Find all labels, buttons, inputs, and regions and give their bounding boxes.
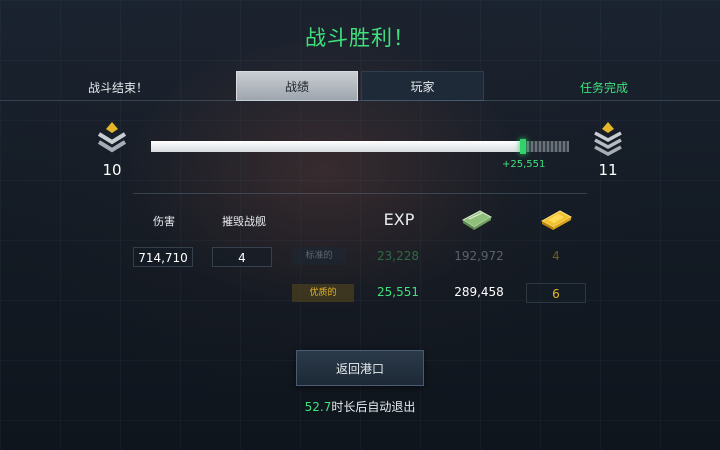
next-rank-insignia-icon: [594, 122, 622, 156]
exp-label: EXP: [383, 210, 415, 229]
damage-label: 伤害: [153, 215, 175, 228]
damage-value: 714,710: [133, 247, 193, 267]
premium-exp-value: 25,551: [377, 285, 419, 299]
ships-destroyed-label: 摧毁战舰: [222, 215, 266, 228]
experience-bar-fill: [151, 141, 523, 152]
premium-gold-value: 6: [526, 283, 586, 303]
standard-gold-value: 4: [552, 249, 560, 263]
current-rank-number: 10: [102, 161, 122, 179]
experience-bar: [151, 139, 569, 154]
stats-divider: [133, 193, 587, 194]
mission-complete-label: 任务完成: [580, 81, 629, 95]
rank-insignia-icon: [97, 122, 127, 153]
standard-exp-value: 23,228: [377, 249, 419, 263]
experience-gain: +25,551: [502, 159, 546, 170]
standard-row-label: 标准的: [292, 247, 346, 265]
auto-exit-countdown: 52.7时长后自动退出: [0, 398, 720, 415]
tab-players[interactable]: 玩家: [361, 71, 484, 101]
header-divider: [0, 100, 720, 101]
standard-credits-value: 192,972: [454, 249, 504, 263]
victory-title: 战斗胜利！: [305, 26, 415, 50]
credits-icon: [462, 210, 493, 230]
tab-stats[interactable]: 战绩: [236, 71, 358, 101]
experience-bar-remaining: [523, 141, 569, 152]
experience-bar-gain-marker: [520, 139, 526, 154]
premium-row-label: 优质的: [292, 284, 354, 302]
battle-ended-label: 战斗结束！: [88, 81, 149, 95]
gold-icon: [540, 210, 573, 230]
countdown-seconds: 52.7: [304, 400, 332, 414]
premium-credits-value: 289,458: [454, 285, 504, 299]
ships-destroyed-value: 4: [212, 247, 272, 267]
next-rank-number: 11: [598, 161, 618, 179]
return-to-port-button[interactable]: 返回港口: [296, 350, 424, 386]
countdown-text: 时长后自动退出: [331, 400, 416, 414]
